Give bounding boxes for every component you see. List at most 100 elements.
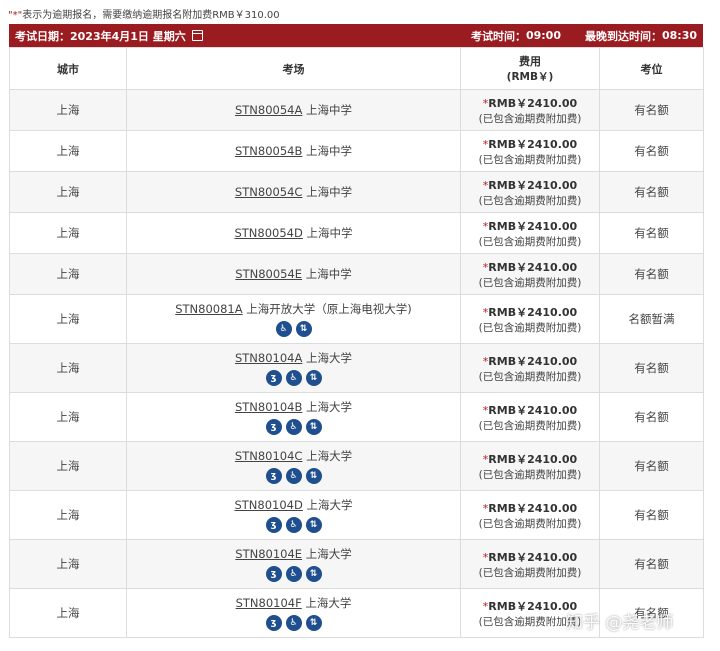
fee-amount: RMB￥2410.00 — [488, 501, 578, 515]
accessibility-icons: ♿ ⇅ — [127, 321, 460, 337]
header-city: 城市 — [9, 47, 127, 90]
fee-note: (已包含逾期费附加费) — [478, 468, 582, 481]
hearing-icon: ʒ — [265, 468, 282, 484]
exam-time-label: 考试时间： — [470, 29, 526, 43]
venue-name: 上海中学 — [306, 226, 353, 240]
wheelchair-icon: ♿ — [285, 615, 302, 631]
venue-cell: STN80104E 上海大学 ʒ ♿ ⇅ — [126, 539, 461, 589]
fee-note: (已包含逾期费附加费) — [478, 276, 582, 289]
fee-note: (已包含逾期费附加费) — [478, 517, 582, 530]
wheelchair-icon: ♿ — [285, 370, 302, 386]
fee-cell: *RMB￥2410.00 (已包含逾期费附加费) — [460, 539, 600, 589]
header-fee-unit: (RMB￥) — [506, 71, 554, 83]
seat-status: 有名额 — [599, 441, 704, 491]
seat-status: 有名额 — [599, 171, 704, 213]
fee-note: (已包含逾期费附加费) — [478, 419, 582, 432]
table-row: 上海 STN80104E 上海大学 ʒ ♿ ⇅ *RMB￥2410.00 (已包含逾期费附加… — [9, 539, 704, 589]
fee-amount: RMB￥2410.00 — [488, 599, 578, 613]
city-cell: 上海 — [9, 253, 127, 295]
fee-cell: *RMB￥2410.00 (已包含逾期费附加费) — [460, 253, 600, 295]
seat-status: 有名额 — [599, 343, 704, 393]
wheelchair-icon: ♿ — [285, 419, 302, 435]
city-cell: 上海 — [9, 89, 127, 131]
venue-cell: STN80104A 上海大学 ʒ ♿ ⇅ — [126, 343, 461, 393]
test-center-code-link[interactable]: STN80081A — [175, 302, 242, 316]
test-center-code-link[interactable]: STN80104C — [235, 449, 303, 463]
fee-note: (已包含逾期费附加费) — [478, 321, 582, 334]
fee-cell: *RMB￥2410.00 (已包含逾期费附加费) — [460, 212, 600, 254]
exam-date-label: 考试日期： — [15, 29, 70, 43]
note-asterisk: "*" — [8, 10, 23, 21]
table-row: 上海 STN80054B 上海中学 *RMB￥2410.00 (已包含逾期费附加费) 有… — [9, 130, 704, 172]
elevator-icon: ⇅ — [305, 517, 322, 533]
table-row: 上海 STN80054A 上海中学 *RMB￥2410.00 (已包含逾期费附加费) 有… — [9, 89, 704, 131]
test-center-code-link[interactable]: STN80104A — [235, 351, 302, 365]
test-center-code-link[interactable]: STN80104B — [235, 400, 302, 414]
calendar-icon[interactable] — [191, 30, 203, 41]
fee-cell: *RMB￥2410.00 (已包含逾期费附加费) — [460, 171, 600, 213]
seat-status: 有名额 — [599, 539, 704, 589]
late-registration-note: "*"表示为逾期报名，需要缴纳逾期报名附加费RMB￥310.00 — [8, 6, 280, 21]
test-center-code-link[interactable]: STN80054A — [235, 103, 302, 117]
elevator-icon: ⇅ — [295, 321, 312, 337]
fee-cell: *RMB￥2410.00 (已包含逾期费附加费) — [460, 89, 600, 131]
header-fee: 费用 (RMB￥) — [460, 47, 600, 90]
note-text: 表示为逾期报名，需要缴纳逾期报名附加费RMB￥310.00 — [22, 10, 280, 21]
table-row: 上海 STN80104A 上海大学 ʒ ♿ ⇅ *RMB￥2410.00 (已包含逾期费附加… — [9, 343, 704, 393]
elevator-icon: ⇅ — [305, 468, 322, 484]
test-center-code-link[interactable]: STN80104E — [235, 547, 302, 561]
hearing-icon: ʒ — [265, 517, 282, 533]
venue-cell: STN80104C 上海大学 ʒ ♿ ⇅ — [126, 441, 461, 491]
venue-cell: STN80081A 上海开放大学（原上海电视大学) ♿ ⇅ — [126, 294, 461, 344]
test-center-code-link[interactable]: STN80054C — [235, 185, 303, 199]
fee-amount: RMB￥2410.00 — [488, 137, 578, 151]
seat-status: 有名额 — [599, 89, 704, 131]
venue-name: 上海大学 — [305, 596, 352, 610]
fee-note: (已包含逾期费附加费) — [478, 235, 582, 248]
seat-status: 有名额 — [599, 130, 704, 172]
test-center-code-link[interactable]: STN80104F — [236, 596, 302, 610]
venue-name: 上海大学 — [306, 400, 353, 414]
test-center-code-link[interactable]: STN80054B — [235, 144, 302, 158]
fee-note: (已包含逾期费附加费) — [478, 112, 582, 125]
city-cell: 上海 — [9, 441, 127, 491]
test-center-code-link[interactable]: STN80054D — [234, 226, 302, 240]
accessibility-icons: ʒ ♿ ⇅ — [127, 370, 460, 386]
fee-amount: RMB￥2410.00 — [488, 260, 578, 274]
test-center-code-link[interactable]: STN80054E — [235, 267, 302, 281]
venue-cell: STN80104D 上海大学 ʒ ♿ ⇅ — [126, 490, 461, 540]
elevator-icon: ⇅ — [305, 615, 322, 631]
table-row: 上海 STN80104C 上海大学 ʒ ♿ ⇅ *RMB￥2410.00 (已包含逾期费附加… — [9, 441, 704, 491]
city-cell: 上海 — [9, 490, 127, 540]
venue-name: 上海大学 — [306, 498, 353, 512]
accessibility-icons: ʒ ♿ ⇅ — [127, 517, 460, 533]
fee-cell: *RMB￥2410.00 (已包含逾期费附加费) — [460, 130, 600, 172]
venue-name: 上海开放大学（原上海电视大学) — [246, 302, 412, 316]
seat-status: 名额暂满 — [599, 294, 704, 344]
table-row: 上海 STN80104B 上海大学 ʒ ♿ ⇅ *RMB￥2410.00 (已包含逾期费附加… — [9, 392, 704, 442]
city-cell: 上海 — [9, 588, 127, 638]
table-row: 上海 STN80104D 上海大学 ʒ ♿ ⇅ *RMB￥2410.00 (已包含逾期费附加… — [9, 490, 704, 540]
fee-amount: RMB￥2410.00 — [488, 452, 578, 466]
venue-name: 上海大学 — [306, 449, 353, 463]
arrive-time-value: 08:30 — [661, 29, 697, 42]
fee-cell: *RMB￥2410.00 (已包含逾期费附加费) — [460, 441, 600, 491]
fee-amount: RMB￥2410.00 — [488, 96, 578, 110]
fee-note: (已包含逾期费附加费) — [478, 153, 582, 166]
fee-amount: RMB￥2410.00 — [488, 550, 578, 564]
fee-amount: RMB￥2410.00 — [488, 403, 578, 417]
venue-name: 上海中学 — [306, 185, 353, 199]
fee-cell: *RMB￥2410.00 (已包含逾期费附加费) — [460, 294, 600, 344]
table-row: 上海 STN80054E 上海中学 *RMB￥2410.00 (已包含逾期费附加费) 有… — [9, 253, 704, 295]
header-fee-label: 费用 — [519, 55, 541, 68]
city-cell: 上海 — [9, 539, 127, 589]
venue-cell: STN80104B 上海大学 ʒ ♿ ⇅ — [126, 392, 461, 442]
test-center-code-link[interactable]: STN80104D — [234, 498, 302, 512]
wheelchair-icon: ♿ — [285, 468, 302, 484]
wheelchair-icon: ♿ — [285, 517, 302, 533]
venue-name: 上海中学 — [306, 103, 353, 117]
hearing-icon: ʒ — [265, 566, 282, 582]
table-row: 上海 STN80054D 上海中学 *RMB￥2410.00 (已包含逾期费附加费) 有… — [9, 212, 704, 254]
venue-name: 上海中学 — [306, 144, 353, 158]
table-header-row: 城市 考场 费用 (RMB￥) 考位 — [9, 47, 704, 90]
